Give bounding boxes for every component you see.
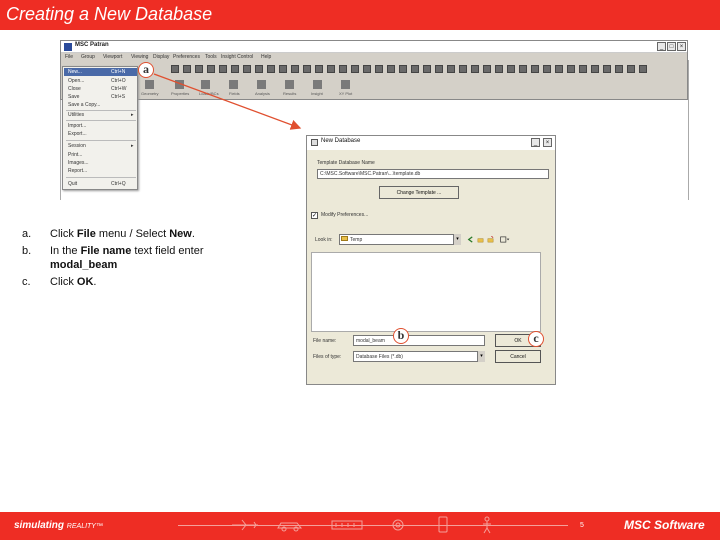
template-db-label: Template Database Name (317, 160, 375, 166)
step-letter: c. (22, 276, 31, 288)
car-icon (277, 522, 303, 532)
step-letter: b. (22, 245, 32, 257)
gear-icon (392, 519, 404, 531)
step-b-value: modal_beam (50, 259, 118, 271)
footer-tagline-main: simulating (14, 520, 67, 531)
file-type-label: Files of type: (313, 354, 342, 360)
step-text-part: text field enter (131, 245, 204, 257)
step-text-bold: OK (76, 276, 94, 288)
dialog-close-icon[interactable]: × (543, 138, 552, 147)
step-letter: a. (22, 228, 32, 240)
modify-preferences-label: Modify Preferences... (321, 212, 369, 218)
footer-tagline-sub: REALITY™ (66, 523, 103, 530)
dialog-minimize-icon[interactable]: _ (531, 138, 540, 147)
up-folder-icon[interactable] (477, 236, 484, 243)
dialog-title: New Database (321, 138, 361, 144)
step-text-part: Click (50, 276, 77, 288)
step-b-text: In the File name text field enter (50, 245, 203, 257)
chevron-down-icon[interactable]: ▾ (477, 351, 485, 362)
step-text-bold: New (169, 228, 192, 240)
step-text-bold: File name (80, 245, 132, 257)
file-type-select[interactable]: Database Files (*.db) (353, 351, 485, 362)
footer-brand-logo: MSC Software (624, 518, 705, 532)
view-menu-icon[interactable] (499, 236, 511, 243)
template-db-field[interactable]: C:\MSC.Software\MSC.Patran\...\template.… (317, 169, 549, 179)
person-icon (483, 516, 491, 534)
change-template-button[interactable]: Change Template ... (379, 186, 459, 199)
back-icon[interactable] (467, 236, 474, 243)
train-icon (331, 520, 363, 530)
step-text-part: In the (50, 245, 81, 257)
new-database-dialog: New Database _ × Template Database Name … (306, 135, 556, 385)
folder-icon (341, 236, 348, 241)
look-in-label: Look in: (315, 237, 333, 243)
page-number: 5 (580, 522, 584, 529)
new-folder-icon[interactable] (487, 236, 494, 243)
dialog-titlebar: New Database _ × (307, 136, 555, 150)
step-text-part: Click (50, 228, 77, 240)
cancel-button[interactable]: Cancel (495, 350, 541, 363)
file-name-label: File name: (313, 338, 337, 344)
footer-tagline: simulating REALITY™ (14, 520, 103, 531)
callout-b: b (393, 328, 409, 344)
callout-a: a (138, 62, 154, 78)
airplane-icon (232, 519, 258, 531)
step-text-part: menu / Select (95, 228, 170, 240)
file-list[interactable] (311, 252, 541, 332)
look-in-select[interactable]: Temp (339, 234, 461, 245)
step-c-text: Click OK. (50, 276, 96, 288)
step-text-bold: File (76, 228, 96, 240)
step-text-part: . (93, 276, 97, 288)
phone-icon (438, 516, 448, 533)
modify-preferences-checkbox[interactable]: ✓ (311, 212, 318, 219)
step-a-text: Click File menu / Select New. (50, 228, 195, 240)
dialog-window-icon (311, 139, 318, 146)
callout-c: c (528, 331, 544, 347)
chevron-down-icon[interactable]: ▾ (453, 234, 461, 245)
step-text-part: . (191, 228, 195, 240)
file-name-input[interactable]: modal_beam (353, 335, 485, 346)
